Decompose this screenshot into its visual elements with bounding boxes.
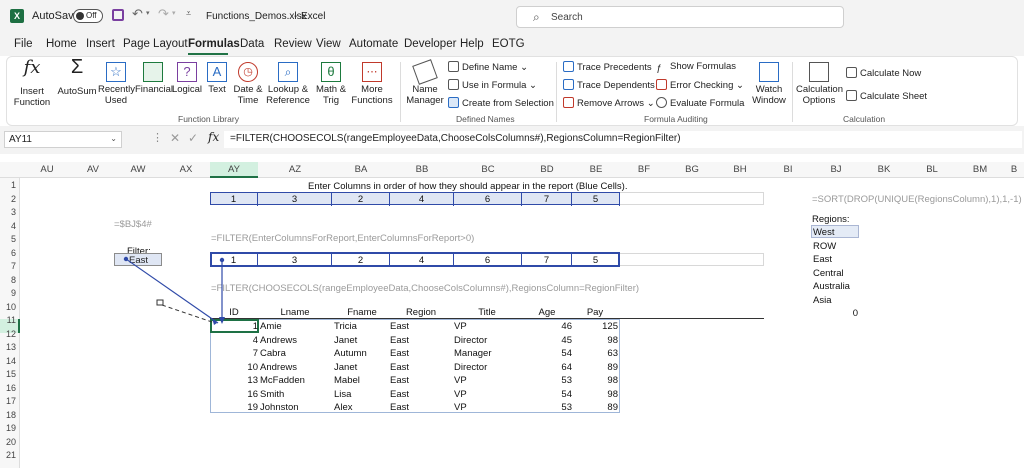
arrow-origin-dot: [123, 256, 129, 262]
arrow-origin-dot: [219, 257, 225, 263]
trace-precedent-arrows: [123, 256, 225, 325]
precedent-arrow-filter: [125, 258, 219, 324]
external-reference-icon: [156, 299, 164, 306]
arrowhead-icon: [219, 317, 225, 324]
precedent-arrow-external: [161, 304, 216, 324]
